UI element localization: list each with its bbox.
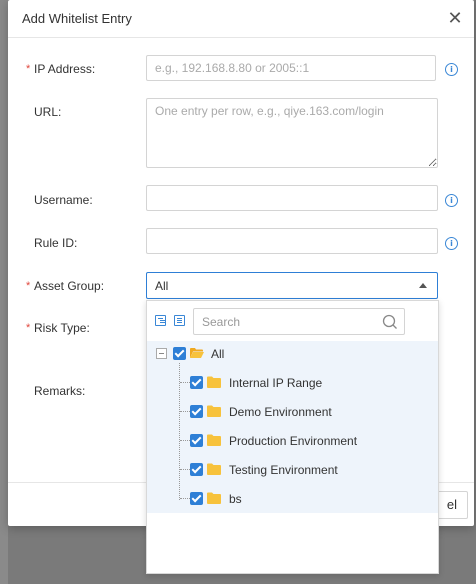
ip-address-label: * IP Address: — [26, 62, 96, 76]
folder-icon — [207, 463, 221, 475]
folder-icon — [207, 492, 221, 504]
close-icon[interactable]: ✕ — [446, 9, 464, 27]
tree-node-label: Internal IP Range — [229, 376, 323, 390]
tree-node-label: bs — [229, 492, 242, 506]
tree-node-checkbox[interactable] — [173, 347, 186, 360]
required-marker: * — [26, 280, 31, 292]
modal-header: Add Whitelist Entry ✕ — [8, 0, 474, 38]
tree-node-label: Production Environment — [229, 434, 358, 448]
ip-address-info-icon[interactable]: i — [445, 63, 458, 76]
tree-node-bs[interactable]: bs — [147, 488, 438, 510]
url-textarea[interactable] — [146, 98, 438, 168]
username-input[interactable] — [146, 185, 438, 211]
search-icon[interactable] — [382, 314, 398, 330]
cancel-button-label: el — [446, 497, 457, 512]
asset-group-select[interactable]: All — [146, 272, 438, 299]
ip-address-input[interactable] — [146, 55, 436, 81]
tree-node-internal-ip-range[interactable]: Internal IP Range — [147, 372, 438, 394]
collapse-all-icon[interactable] — [174, 315, 185, 326]
collapse-toggle-icon[interactable] — [156, 348, 167, 359]
tree-node-checkbox[interactable] — [190, 434, 203, 447]
tree-node-label: Testing Environment — [229, 463, 338, 477]
tree-node-checkbox[interactable] — [190, 492, 203, 505]
rule-id-input[interactable] — [146, 228, 438, 254]
tree-node-label: Demo Environment — [229, 405, 332, 419]
asset-group-tree: All Internal IP Range Demo Environment P… — [147, 341, 438, 513]
username-info-icon[interactable]: i — [445, 194, 458, 207]
tree-node-demo-environment[interactable]: Demo Environment — [147, 401, 438, 423]
asset-group-label: * Asset Group: — [26, 279, 105, 293]
folder-open-icon — [190, 348, 204, 358]
required-marker: * — [26, 322, 31, 334]
folder-icon — [207, 376, 221, 388]
background-left-strip — [0, 0, 8, 584]
username-label: Username: — [34, 193, 93, 207]
tree-node-testing-environment[interactable]: Testing Environment — [147, 459, 438, 481]
tree-search-input[interactable] — [194, 309, 390, 334]
expand-all-icon[interactable] — [155, 315, 166, 326]
tree-node-checkbox[interactable] — [190, 376, 203, 389]
tree-node-checkbox[interactable] — [190, 405, 203, 418]
folder-icon — [207, 405, 221, 417]
required-marker: * — [26, 63, 31, 75]
remarks-label: Remarks: — [34, 384, 86, 398]
tree-node-all[interactable]: All — [147, 343, 438, 365]
folder-icon — [207, 434, 221, 446]
asset-group-dropdown: All Internal IP Range Demo Environment — [146, 300, 439, 574]
tree-search-box — [193, 308, 405, 335]
modal-title: Add Whitelist Entry — [22, 11, 132, 26]
tree-node-production-environment[interactable]: Production Environment — [147, 430, 438, 452]
asset-group-selected-value: All — [155, 279, 169, 293]
url-label: URL: — [34, 105, 62, 119]
caret-up-icon — [419, 283, 427, 288]
tree-node-checkbox[interactable] — [190, 463, 203, 476]
rule-id-info-icon[interactable]: i — [445, 237, 458, 250]
tree-node-label: All — [211, 347, 225, 361]
rule-id-label: Rule ID: — [34, 236, 78, 250]
risk-type-label: * Risk Type: — [26, 321, 90, 335]
